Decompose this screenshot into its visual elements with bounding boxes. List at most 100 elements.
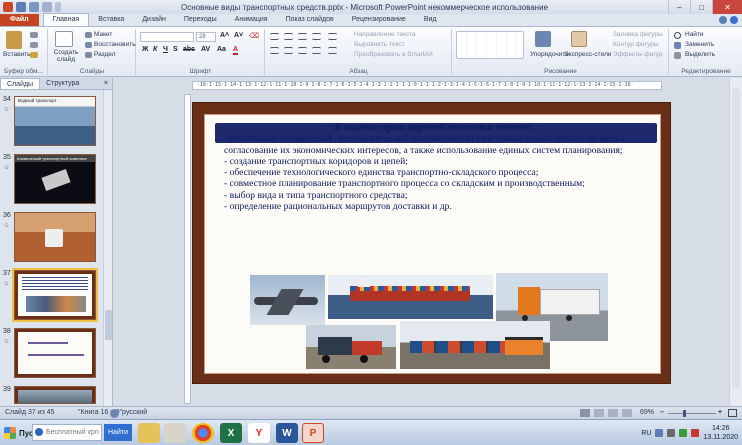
quick-styles-icon[interactable] — [571, 31, 587, 47]
yandex-icon[interactable]: Y — [248, 423, 270, 443]
language-indicator[interactable]: RU — [641, 430, 651, 437]
powerpoint-logo-icon[interactable] — [3, 2, 13, 12]
current-slide[interactable]: К задачам транспортной логистики относят… — [192, 102, 671, 384]
tab-design[interactable]: Дизайн — [133, 14, 175, 26]
bold-icon[interactable]: Ж — [142, 46, 148, 53]
normal-view-icon[interactable] — [580, 409, 590, 417]
replace-button[interactable]: Заменить — [685, 41, 714, 48]
file-explorer-icon[interactable] — [138, 423, 160, 443]
word-icon[interactable]: W — [276, 423, 298, 443]
copy-icon[interactable] — [30, 42, 38, 48]
case-icon[interactable]: Aa — [217, 46, 226, 53]
reset-button[interactable]: Восстановить — [94, 41, 136, 48]
decrease-indent-icon[interactable] — [298, 33, 307, 40]
fit-to-window-icon[interactable] — [728, 409, 737, 417]
zoom-slider[interactable] — [668, 413, 716, 414]
speaker-icon[interactable] — [667, 429, 676, 437]
panel-scroll-thumb[interactable] — [105, 310, 112, 340]
slideshow-view-icon[interactable] — [622, 409, 632, 417]
justify-icon[interactable] — [312, 47, 321, 54]
shape-fill-button[interactable]: Заливка фигуры — [613, 31, 663, 38]
excel-icon[interactable]: X — [220, 423, 242, 443]
folder-icon[interactable] — [164, 423, 186, 443]
find-button[interactable]: Найти — [104, 424, 132, 441]
zoom-out-button[interactable]: – — [660, 409, 664, 416]
maximize-button[interactable]: □ — [690, 0, 712, 14]
spacing-icon[interactable]: AV — [201, 46, 210, 53]
shadow-icon[interactable]: S — [173, 46, 178, 53]
italic-icon[interactable]: К — [153, 46, 157, 53]
font-name-combo[interactable] — [140, 32, 194, 42]
align-text-button[interactable]: Выровнять текст — [354, 41, 405, 48]
antivirus-icon[interactable] — [691, 429, 700, 437]
sorter-view-icon[interactable] — [594, 409, 604, 417]
tab-outline[interactable]: Структура — [40, 78, 85, 89]
shrink-font-icon[interactable]: A˅ — [234, 32, 243, 39]
battery-icon[interactable] — [679, 429, 688, 437]
replace-icon[interactable] — [674, 42, 681, 49]
grow-font-icon[interactable]: A˄ — [220, 32, 229, 39]
spelling-icon[interactable] — [110, 409, 119, 418]
minimize-ribbon-icon[interactable] — [719, 16, 727, 24]
chrome-icon[interactable] — [192, 423, 214, 443]
tab-slideshow[interactable]: Показ слайдов — [277, 14, 343, 26]
strikethrough-icon[interactable]: abc — [183, 46, 195, 53]
transport-collage[interactable] — [250, 273, 645, 369]
tab-slides[interactable]: Слайды — [0, 78, 41, 89]
undo-icon[interactable] — [29, 2, 39, 12]
panel-scrollbar[interactable] — [103, 90, 112, 406]
layout-icon[interactable] — [85, 32, 92, 38]
tab-view[interactable]: Вид — [415, 14, 446, 26]
tab-home[interactable]: Главная — [42, 13, 90, 26]
paste-button[interactable]: Вставить — [3, 51, 31, 58]
align-right-icon[interactable] — [298, 47, 307, 54]
font-color-icon[interactable]: A — [233, 46, 239, 55]
numbering-icon[interactable] — [284, 33, 293, 40]
increase-indent-icon[interactable] — [312, 33, 321, 40]
font-size-combo[interactable]: 28 — [196, 32, 216, 42]
zoom-slider-thumb[interactable] — [682, 410, 686, 417]
quick-styles-button[interactable]: Экспресс-стили — [564, 51, 612, 58]
close-panel-icon[interactable]: × — [104, 78, 112, 89]
paste-icon[interactable] — [6, 31, 22, 49]
tab-animations[interactable]: Анимация — [226, 14, 277, 26]
section-icon[interactable] — [85, 52, 92, 58]
new-slide-icon[interactable] — [55, 31, 73, 47]
editor-scrollbar[interactable] — [729, 78, 742, 406]
line-spacing-icon[interactable] — [328, 33, 337, 40]
cut-icon[interactable] — [30, 32, 38, 38]
underline-icon[interactable]: Ч — [163, 46, 168, 53]
tab-insert[interactable]: Вставка — [89, 14, 133, 26]
powerpoint-taskbar-icon[interactable]: P — [302, 423, 324, 443]
select-icon[interactable] — [674, 52, 681, 59]
slide-text-box[interactable]: К задачам транспортной логистики относят… — [224, 122, 644, 212]
clear-format-icon[interactable]: ⌫ — [249, 32, 259, 40]
convert-smartart-button[interactable]: Преобразовать в SmartArt — [354, 51, 433, 58]
text-direction-button[interactable]: Направление текста — [354, 31, 416, 38]
section-button[interactable]: Раздел — [94, 51, 115, 58]
shape-effects-button[interactable]: Эффекты фигур — [613, 51, 663, 58]
redo-icon[interactable] — [42, 2, 52, 12]
find-icon[interactable] — [674, 32, 681, 39]
language-indicator[interactable]: русский — [122, 409, 147, 416]
minimize-button[interactable]: – — [668, 0, 690, 14]
reading-view-icon[interactable] — [608, 409, 618, 417]
bullets-icon[interactable] — [270, 33, 279, 40]
tab-review[interactable]: Рецензирование — [343, 14, 415, 26]
zoom-in-button[interactable]: + — [718, 409, 722, 416]
clock[interactable]: 14:26 13.11.2020 — [703, 424, 738, 442]
arrange-icon[interactable] — [535, 31, 551, 47]
tab-file[interactable]: Файл — [0, 14, 39, 26]
help-icon[interactable] — [730, 16, 738, 24]
shape-outline-button[interactable]: Контур фигуры — [613, 41, 658, 48]
reset-icon[interactable] — [85, 42, 92, 48]
zoom-level[interactable]: 69% — [640, 409, 654, 416]
editor-scroll-thumb[interactable] — [732, 88, 740, 388]
layout-button[interactable]: Макет — [94, 31, 112, 38]
close-button[interactable]: ✕ — [712, 0, 742, 14]
columns-icon[interactable] — [328, 47, 337, 54]
tab-transitions[interactable]: Переходы — [175, 14, 226, 26]
find-button[interactable]: Найти — [685, 31, 704, 38]
align-center-icon[interactable] — [284, 47, 293, 54]
network-icon[interactable] — [655, 429, 664, 437]
